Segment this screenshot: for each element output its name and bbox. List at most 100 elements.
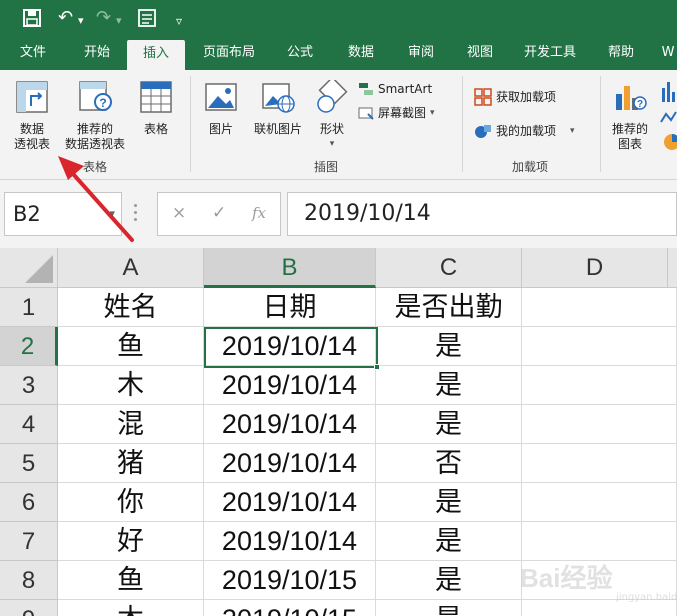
cell-c1[interactable]: 是否出勤 <box>376 288 522 327</box>
cell-a6[interactable]: 你 <box>58 483 204 522</box>
cell-d2[interactable] <box>522 327 677 366</box>
name-box[interactable]: B2 ▾ <box>4 192 122 236</box>
column-header-a[interactable]: A <box>58 248 204 288</box>
cell-b6[interactable]: 2019/10/14 <box>204 483 376 522</box>
tab-data[interactable]: 数据 <box>333 36 389 70</box>
my-addins-icon <box>475 125 491 138</box>
form-icon[interactable] <box>137 8 157 28</box>
my-addins-dropdown-icon: ▾ <box>570 126 575 136</box>
cell-c4[interactable]: 是 <box>376 405 522 444</box>
cell-c7[interactable]: 是 <box>376 522 522 561</box>
tab-developer[interactable]: 开发工具 <box>512 36 588 70</box>
tab-help[interactable]: 帮助 <box>596 36 646 70</box>
row-header[interactable]: 9 <box>0 600 58 616</box>
group-label-illustrations: 插图 <box>313 160 338 174</box>
shapes-button[interactable]: 形状 ▾ <box>310 76 354 152</box>
cell-b8[interactable]: 2019/10/15 <box>204 561 376 600</box>
screenshot-button[interactable]: 屏幕截图 ▾ <box>358 104 435 122</box>
tab-page-layout[interactable]: 页面布局 <box>192 36 266 70</box>
tab-overflow[interactable]: W <box>656 36 677 70</box>
picture-icon <box>205 83 237 111</box>
cell-a3[interactable]: 木 <box>58 366 204 405</box>
column-header-d[interactable]: D <box>522 248 668 288</box>
select-all-button[interactable] <box>0 248 58 288</box>
recommended-pivot-label-2: 数据透视表 <box>64 137 125 151</box>
more-charts-icon[interactable] <box>660 78 677 158</box>
row-header[interactable]: 2 <box>0 327 58 366</box>
row-header[interactable]: 1 <box>0 288 58 327</box>
cell-d5[interactable] <box>522 444 677 483</box>
online-pictures-label: 联机图片 <box>253 122 302 136</box>
formula-bar-splitter[interactable] <box>134 204 138 222</box>
column-header-c[interactable]: C <box>376 248 522 288</box>
cell-a1[interactable]: 姓名 <box>58 288 204 327</box>
cell-c9[interactable]: 是 <box>376 600 522 616</box>
pictures-button[interactable]: 图片 <box>198 80 244 137</box>
my-addins-button[interactable]: 我的加载项 ▾ <box>474 122 575 140</box>
cell-c8[interactable]: 是 <box>376 561 522 600</box>
svg-text:?: ? <box>637 99 643 110</box>
online-picture-icon <box>262 83 295 113</box>
cell-c3[interactable]: 是 <box>376 366 522 405</box>
tab-formulas[interactable]: 公式 <box>272 36 328 70</box>
cell-d6[interactable] <box>522 483 677 522</box>
recommended-charts-button[interactable]: ? 推荐的 图表 <box>604 80 656 152</box>
smartart-button[interactable]: SmartArt <box>358 80 432 98</box>
watermark-brand: Bai经验 <box>520 563 613 593</box>
insert-function-icon[interactable]: fx <box>252 204 266 222</box>
customize-qat-icon[interactable]: ▿ <box>176 9 182 33</box>
undo-icon[interactable]: ↶ <box>58 6 73 30</box>
row-header[interactable]: 8 <box>0 561 58 600</box>
cell-d4[interactable] <box>522 405 677 444</box>
cell-d3[interactable] <box>522 366 677 405</box>
online-pictures-button[interactable]: 联机图片 <box>246 80 310 137</box>
tab-review[interactable]: 审阅 <box>393 36 449 70</box>
cell-d1[interactable] <box>522 288 677 327</box>
cell-a2[interactable]: 鱼 <box>58 327 204 366</box>
cell-c2[interactable]: 是 <box>376 327 522 366</box>
pivot-table-button[interactable]: 数据 透视表 <box>6 80 58 152</box>
get-addins-label: 获取加载项 <box>496 90 557 104</box>
enter-icon[interactable]: ✓ <box>212 203 226 223</box>
table-button[interactable]: 表格 <box>134 80 178 137</box>
pivot-table-label-1: 数据 <box>19 122 44 136</box>
cell-b5[interactable]: 2019/10/14 <box>204 444 376 483</box>
cell-a9[interactable]: 木 <box>58 600 204 616</box>
cell-a5[interactable]: 猪 <box>58 444 204 483</box>
undo-dropdown-icon[interactable]: ▾ <box>78 9 84 33</box>
cell-b4[interactable]: 2019/10/14 <box>204 405 376 444</box>
get-addins-button[interactable]: 获取加载项 <box>474 88 556 106</box>
row-header[interactable]: 4 <box>0 405 58 444</box>
shapes-dropdown-icon: ▾ <box>329 139 335 149</box>
row-header[interactable]: 7 <box>0 522 58 561</box>
cell-c5[interactable]: 否 <box>376 444 522 483</box>
save-icon[interactable] <box>22 8 42 28</box>
row-header[interactable]: 5 <box>0 444 58 483</box>
my-addins-label: 我的加载项 <box>496 124 557 138</box>
store-icon <box>474 88 492 106</box>
tab-file[interactable]: 文件 <box>8 36 58 70</box>
name-box-dropdown-icon[interactable]: ▾ <box>109 193 115 235</box>
cell-b2[interactable]: 2019/10/14 <box>204 327 376 366</box>
cell-c6[interactable]: 是 <box>376 483 522 522</box>
cell-b7[interactable]: 2019/10/14 <box>204 522 376 561</box>
cell-b3[interactable]: 2019/10/14 <box>204 366 376 405</box>
cell-b1[interactable]: 日期 <box>204 288 376 327</box>
recommended-pivot-button[interactable]: ? 推荐的 数据透视表 <box>58 80 132 152</box>
tab-home[interactable]: 开始 <box>70 36 124 70</box>
row-header[interactable]: 3 <box>0 366 58 405</box>
cell-a8[interactable]: 鱼 <box>58 561 204 600</box>
cell-b9[interactable]: 2019/10/15 <box>204 600 376 616</box>
row-header[interactable]: 6 <box>0 483 58 522</box>
cell-a4[interactable]: 混 <box>58 405 204 444</box>
cancel-icon[interactable]: × <box>172 203 186 223</box>
tab-view[interactable]: 视图 <box>452 36 508 70</box>
formula-input[interactable]: 2019/10/14 <box>287 192 677 236</box>
recommended-charts-label-2: 图表 <box>617 137 642 151</box>
name-box-value: B2 <box>13 202 41 226</box>
screenshot-dropdown-icon: ▾ <box>430 108 435 118</box>
tab-insert[interactable]: 插入 <box>127 40 185 70</box>
cell-a7[interactable]: 好 <box>58 522 204 561</box>
column-header-b[interactable]: B <box>204 248 376 288</box>
column-header-e[interactable] <box>668 248 677 288</box>
